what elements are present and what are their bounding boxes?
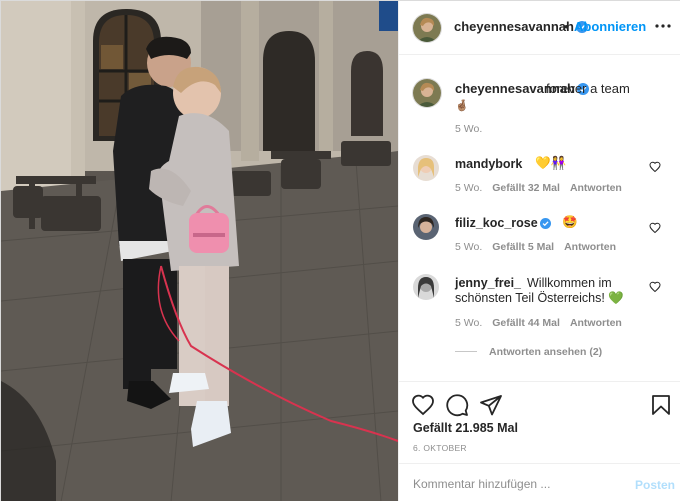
- comment-text: 💛👭: [535, 156, 567, 170]
- comment-text-line1: Willkommen im: [527, 276, 612, 290]
- caption-timestamp[interactable]: 5 Wo.: [455, 123, 482, 135]
- comment-avatar[interactable]: [413, 214, 439, 240]
- view-replies-label: Antworten ansehen (2): [489, 346, 603, 358]
- view-replies-button[interactable]: Antworten ansehen (2): [455, 346, 602, 358]
- comment-meta: 5 Wo. Gefällt 5 Mal Antworten: [455, 241, 626, 253]
- comment-reply-button[interactable]: Antworten: [570, 317, 622, 329]
- separator-dot: •: [564, 19, 569, 34]
- post-date[interactable]: 6. OKTOBER: [413, 443, 467, 453]
- follow-button[interactable]: Abonnieren: [574, 19, 646, 34]
- caption-text: forever a team: [546, 81, 630, 96]
- comment-avatar[interactable]: [413, 274, 439, 300]
- comment-timestamp[interactable]: 5 Wo.: [455, 317, 482, 329]
- comment-like-count[interactable]: Gefällt 32 Mal: [492, 182, 560, 194]
- comment-input[interactable]: [413, 474, 613, 494]
- comment-username[interactable]: jenny_frei_: [455, 276, 521, 290]
- post-photo[interactable]: [1, 1, 398, 501]
- comment-like-heart-icon[interactable]: [649, 281, 661, 293]
- heart-icon[interactable]: [411, 393, 435, 417]
- post-comment-button[interactable]: Posten: [635, 478, 675, 492]
- caption-avatar[interactable]: [413, 79, 441, 107]
- caption-emoji: 🤞🏽: [455, 100, 469, 112]
- comment-reply-button[interactable]: Antworten: [564, 241, 616, 253]
- comment-like-heart-icon[interactable]: [649, 161, 661, 173]
- author-avatar[interactable]: [413, 14, 441, 42]
- add-comment-bar: Posten: [399, 463, 680, 501]
- comment-username[interactable]: filiz_koc_rose: [455, 216, 551, 230]
- comment-reply-button[interactable]: Antworten: [570, 182, 622, 194]
- comment-avatar[interactable]: [413, 155, 439, 181]
- comment-text: 🤩: [562, 215, 578, 229]
- comment-timestamp[interactable]: 5 Wo.: [455, 241, 482, 253]
- post-sidebar: cheyennesavannah • Abonnieren cheyennesa…: [398, 1, 680, 501]
- comment-like-count[interactable]: Gefällt 5 Mal: [492, 241, 554, 253]
- comment-timestamp[interactable]: 5 Wo.: [455, 182, 482, 194]
- replies-divider: [455, 351, 477, 352]
- comment-text-line2: schönsten Teil Österreichs! 💚: [455, 291, 624, 305]
- comment-meta: 5 Wo. Gefällt 32 Mal Antworten: [455, 182, 632, 194]
- comment-icon[interactable]: [445, 393, 469, 417]
- comment-username[interactable]: mandybork: [455, 157, 522, 171]
- like-count[interactable]: Gefällt 21.985 Mal: [413, 421, 518, 435]
- comment-like-count[interactable]: Gefällt 44 Mal: [492, 317, 560, 329]
- bookmark-icon[interactable]: [649, 393, 673, 417]
- comment-meta: 5 Wo. Gefällt 44 Mal Antworten: [455, 317, 632, 329]
- share-icon[interactable]: [479, 393, 503, 417]
- more-horizontal-icon[interactable]: [653, 16, 673, 36]
- post-modal: cheyennesavannah • Abonnieren cheyennesa…: [0, 0, 680, 501]
- verified-badge-icon: [539, 218, 551, 229]
- post-header: cheyennesavannah • Abonnieren: [399, 1, 680, 55]
- comment-like-heart-icon[interactable]: [649, 222, 661, 234]
